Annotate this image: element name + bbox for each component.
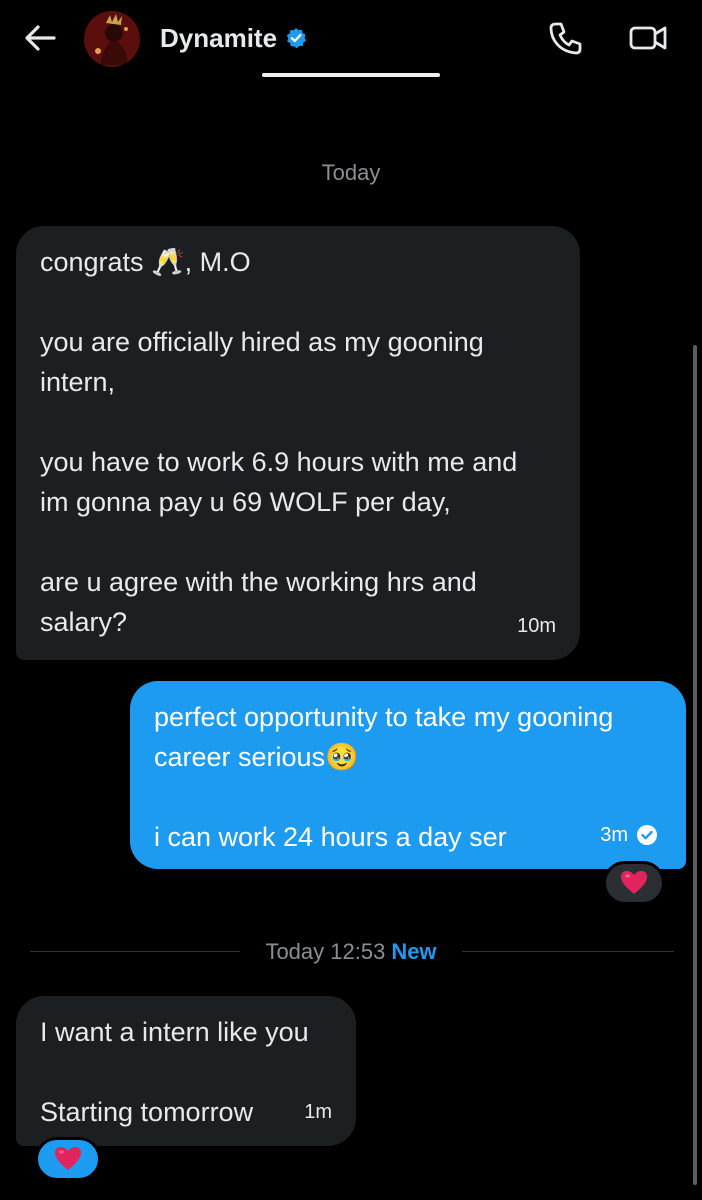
avatar-image — [84, 11, 140, 67]
new-messages-time: Today 12:53 — [265, 939, 386, 964]
call-button[interactable] — [548, 20, 584, 56]
drag-handle[interactable] — [262, 73, 440, 77]
phone-icon — [549, 22, 582, 55]
heart-icon — [621, 871, 647, 894]
contact-name[interactable]: Dynamite — [160, 20, 307, 56]
video-call-button[interactable] — [628, 20, 668, 56]
message-text: perfect opportunity to take my gooning c… — [154, 702, 614, 852]
message-bubble-incoming[interactable]: congrats 🥂, M.O you are officially hired… — [16, 226, 580, 660]
message-meta: 3m — [600, 815, 658, 855]
message-timestamp: 10m — [517, 615, 556, 637]
message-bubble-outgoing[interactable]: perfect opportunity to take my gooning c… — [130, 681, 686, 869]
day-separator: Today — [321, 160, 381, 185]
message-timestamp: 1m — [304, 1101, 332, 1123]
message-bubble-incoming[interactable]: I want a intern like you Starting tomorr… — [16, 996, 356, 1146]
message-timestamp: 3m — [600, 824, 628, 846]
verified-badge-icon — [286, 28, 307, 49]
message-reaction[interactable] — [603, 861, 665, 905]
new-tag: New — [391, 939, 437, 964]
video-camera-icon — [629, 26, 667, 50]
contact-name-label: Dynamite — [160, 23, 278, 53]
new-messages-separator: Today 12:53 New — [0, 937, 702, 967]
message-text: congrats 🥂, M.O you are officially hired… — [40, 247, 518, 637]
conversation-header: Dynamite — [0, 0, 702, 80]
scrollbar[interactable] — [693, 345, 697, 1185]
message-reaction[interactable] — [35, 1137, 101, 1181]
read-receipt-icon — [637, 825, 657, 845]
back-button[interactable] — [22, 20, 58, 56]
avatar[interactable] — [84, 11, 140, 67]
message-text: I want a intern like you Starting tomorr… — [40, 1017, 309, 1127]
heart-icon — [55, 1147, 81, 1170]
arrow-left-icon — [25, 25, 56, 51]
